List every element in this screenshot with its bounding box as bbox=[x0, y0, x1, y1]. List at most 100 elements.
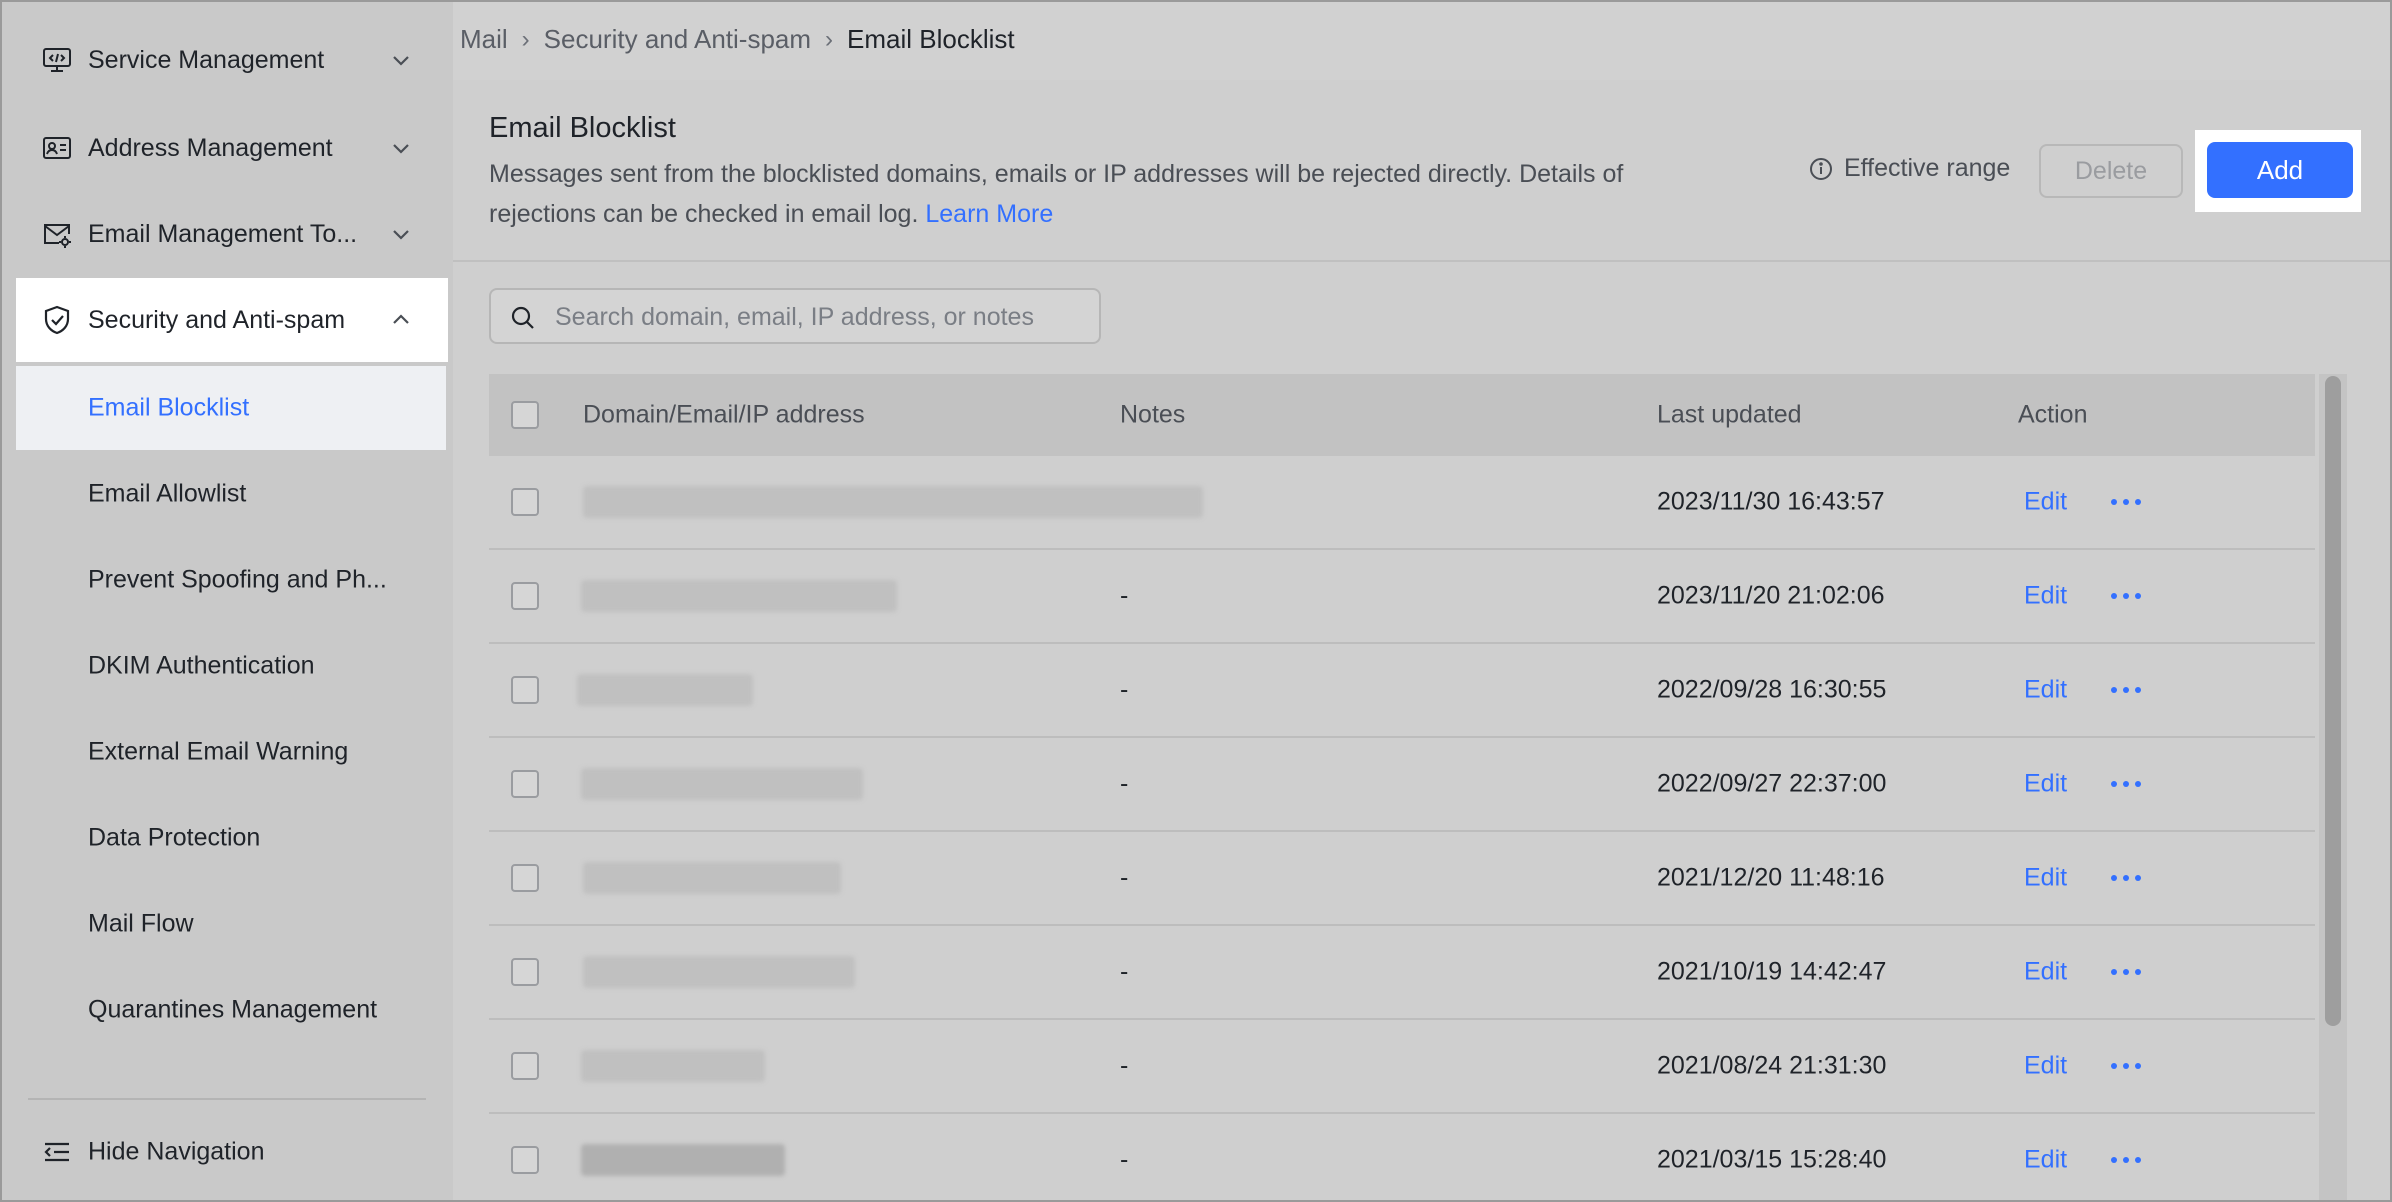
column-header-notes: Notes bbox=[1120, 400, 1186, 429]
search-input[interactable] bbox=[553, 298, 1087, 336]
redacted-address bbox=[581, 1144, 785, 1176]
chevron-right-icon: › bbox=[521, 25, 530, 53]
breadcrumb-current: Email Blocklist bbox=[847, 24, 1015, 54]
sidebar-item-service-management[interactable]: Service Management bbox=[16, 18, 448, 102]
collapse-menu-icon bbox=[44, 1142, 69, 1162]
row-notes: - bbox=[1120, 675, 1129, 704]
select-all-checkbox[interactable] bbox=[511, 401, 539, 429]
more-options-icon[interactable] bbox=[2109, 1154, 2143, 1166]
column-header-address: Domain/Email/IP address bbox=[583, 400, 865, 429]
table-row: - 2021/03/15 15:28:40 Edit bbox=[489, 1114, 2315, 1200]
more-options-icon[interactable] bbox=[2109, 684, 2143, 696]
table-row: 2023/11/30 16:43:57 Edit bbox=[489, 456, 2315, 550]
sidebar-subitem-label: Data Protection bbox=[88, 823, 261, 852]
row-last-updated: 2023/11/30 16:43:57 bbox=[1657, 487, 1885, 516]
sidebar-subitem-email-blocklist[interactable]: Email Blocklist bbox=[16, 366, 446, 450]
sidebar-item-label: Service Management bbox=[88, 45, 325, 74]
row-notes: - bbox=[1120, 863, 1129, 892]
chevron-down-icon bbox=[393, 230, 409, 240]
edit-link[interactable]: Edit bbox=[2024, 864, 2067, 893]
add-button[interactable]: Add bbox=[2207, 142, 2353, 198]
sidebar-subitem-external-email-warning[interactable]: External Email Warning bbox=[16, 710, 446, 794]
row-last-updated: 2021/08/24 21:31:30 bbox=[1657, 1051, 1887, 1080]
chevron-up-icon bbox=[393, 314, 409, 324]
edit-link[interactable]: Edit bbox=[2024, 770, 2067, 799]
more-options-icon[interactable] bbox=[2109, 966, 2143, 978]
delete-button[interactable]: Delete bbox=[2039, 144, 2183, 198]
row-checkbox[interactable] bbox=[511, 488, 539, 516]
page-description: Messages sent from the blocklisted domai… bbox=[489, 154, 1689, 234]
row-last-updated: 2022/09/28 16:30:55 bbox=[1657, 675, 1887, 704]
row-notes: - bbox=[1120, 1051, 1129, 1080]
info-icon bbox=[1810, 157, 1832, 180]
scrollbar-thumb[interactable] bbox=[2325, 376, 2341, 1026]
edit-link[interactable]: Edit bbox=[2024, 676, 2067, 705]
sidebar-subitem-dkim[interactable]: DKIM Authentication bbox=[16, 624, 446, 708]
breadcrumb: Mail › Security and Anti-spam › Email Bl… bbox=[460, 24, 1015, 55]
sidebar-subitem-email-allowlist[interactable]: Email Allowlist bbox=[16, 452, 446, 536]
row-last-updated: 2021/12/20 11:48:16 bbox=[1657, 863, 1885, 892]
more-options-icon[interactable] bbox=[2109, 872, 2143, 884]
monitor-code-icon bbox=[40, 43, 74, 77]
redacted-address bbox=[583, 486, 1203, 518]
learn-more-link[interactable]: Learn More bbox=[925, 200, 1053, 228]
edit-link[interactable]: Edit bbox=[2024, 488, 2067, 517]
column-header-action: Action bbox=[2018, 400, 2088, 429]
row-checkbox[interactable] bbox=[511, 1146, 539, 1174]
sidebar-subitem-prevent-spoofing[interactable]: Prevent Spoofing and Ph... bbox=[16, 538, 446, 622]
more-options-icon[interactable] bbox=[2109, 496, 2143, 508]
page-title: Email Blocklist bbox=[489, 112, 676, 144]
sidebar-subitem-label: Quarantines Management bbox=[88, 995, 378, 1024]
sidebar-item-label: Security and Anti-spam bbox=[88, 305, 346, 334]
row-notes: - bbox=[1120, 581, 1129, 610]
breadcrumb-security[interactable]: Security and Anti-spam bbox=[544, 24, 811, 55]
more-options-icon[interactable] bbox=[2109, 778, 2143, 790]
redacted-address bbox=[583, 956, 855, 988]
row-notes: - bbox=[1120, 1145, 1129, 1174]
sidebar-divider bbox=[28, 1098, 426, 1100]
contact-card-icon bbox=[40, 131, 74, 165]
more-options-icon[interactable] bbox=[2109, 1060, 2143, 1072]
sidebar-subitem-quarantines[interactable]: Quarantines Management bbox=[16, 968, 446, 1052]
row-checkbox[interactable] bbox=[511, 770, 539, 798]
sidebar-item-address-management[interactable]: Address Management bbox=[16, 106, 448, 190]
search-icon bbox=[511, 306, 534, 329]
effective-range-button[interactable]: Effective range bbox=[1808, 154, 2010, 183]
redacted-address bbox=[581, 1050, 765, 1082]
blocklist-table: Domain/Email/IP address Notes Last updat… bbox=[489, 374, 2315, 1200]
sidebar-item-security-anti-spam[interactable]: Security and Anti-spam bbox=[16, 278, 448, 362]
edit-link[interactable]: Edit bbox=[2024, 1146, 2067, 1175]
table-row: - 2021/12/20 11:48:16 Edit bbox=[489, 832, 2315, 926]
edit-link[interactable]: Edit bbox=[2024, 958, 2067, 987]
hide-navigation-button[interactable]: Hide Navigation bbox=[16, 1110, 446, 1194]
app-window: Service Management Address Management Em… bbox=[0, 0, 2392, 1202]
redacted-address bbox=[583, 862, 841, 894]
chevron-right-icon: › bbox=[825, 25, 834, 53]
edit-link[interactable]: Edit bbox=[2024, 582, 2067, 611]
table-row: - 2022/09/27 22:37:00 Edit bbox=[489, 738, 2315, 832]
row-checkbox[interactable] bbox=[511, 864, 539, 892]
header-divider bbox=[453, 260, 2390, 262]
breadcrumb-mail[interactable]: Mail bbox=[460, 24, 508, 55]
effective-range-label: Effective range bbox=[1844, 154, 2011, 182]
sidebar-subitem-mail-flow[interactable]: Mail Flow bbox=[16, 882, 446, 966]
row-checkbox[interactable] bbox=[511, 676, 539, 704]
search-box bbox=[489, 288, 1101, 344]
row-last-updated: 2022/09/27 22:37:00 bbox=[1657, 769, 1887, 798]
chevron-down-icon bbox=[393, 56, 409, 66]
row-checkbox[interactable] bbox=[511, 1052, 539, 1080]
description-text: Messages sent from the blocklisted domai… bbox=[489, 160, 1624, 228]
row-checkbox[interactable] bbox=[511, 958, 539, 986]
table-row: - 2022/09/28 16:30:55 Edit bbox=[489, 644, 2315, 738]
sidebar-subitem-label: DKIM Authentication bbox=[88, 651, 315, 680]
row-last-updated: 2021/10/19 14:42:47 bbox=[1657, 957, 1887, 986]
table-row: - 2021/10/19 14:42:47 Edit bbox=[489, 926, 2315, 1020]
sidebar-subitem-data-protection[interactable]: Data Protection bbox=[16, 796, 446, 880]
sidebar-item-email-management-tools[interactable]: Email Management To... bbox=[16, 192, 448, 276]
edit-link[interactable]: Edit bbox=[2024, 1052, 2067, 1081]
sidebar-subitem-label: Email Blocklist bbox=[88, 393, 250, 422]
more-options-icon[interactable] bbox=[2109, 590, 2143, 602]
row-last-updated: 2021/03/15 15:28:40 bbox=[1657, 1145, 1887, 1174]
row-checkbox[interactable] bbox=[511, 582, 539, 610]
redacted-address bbox=[581, 580, 897, 612]
